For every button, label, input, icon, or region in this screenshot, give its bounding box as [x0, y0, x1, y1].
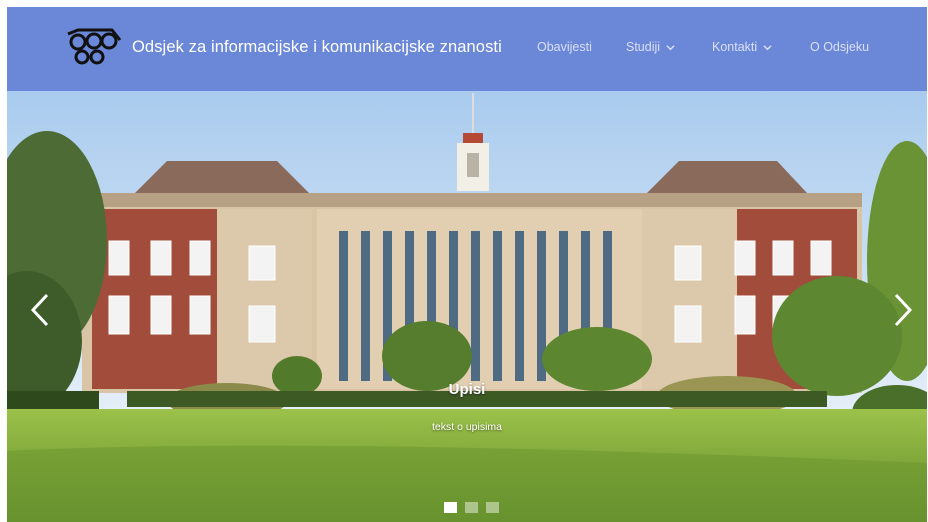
- department-logo-icon: [67, 28, 122, 65]
- carousel-prev-button[interactable]: [25, 287, 55, 333]
- carousel-next-button[interactable]: [888, 287, 918, 333]
- nav-label: Obavijesti: [537, 40, 592, 54]
- nav-obavijesti[interactable]: Obavijesti: [537, 40, 592, 54]
- nav-kontakti[interactable]: Kontakti: [712, 40, 772, 54]
- carousel-indicator-3[interactable]: [486, 502, 499, 513]
- nav-label: O Odsjeku: [810, 40, 870, 54]
- slide-image: [7, 91, 927, 522]
- chevron-right-icon: [894, 293, 913, 327]
- carousel-indicators: [444, 502, 499, 513]
- chevron-down-icon: [763, 44, 772, 50]
- nav-studiji[interactable]: Studiji: [626, 40, 675, 54]
- chevron-down-icon: [666, 44, 675, 50]
- site-title: Odsjek za informacijske i komunikacijske…: [132, 37, 502, 56]
- nav-label: Kontakti: [712, 40, 758, 54]
- nav-label: Studiji: [626, 40, 661, 54]
- page: Odsjek za informacijske i komunikacijske…: [7, 7, 927, 522]
- slide-caption-text: tekst o upisima: [431, 421, 503, 433]
- navbar: Odsjek za informacijske i komunikacijske…: [7, 7, 927, 91]
- slide-caption-title: Upisi: [448, 381, 486, 398]
- carousel-indicator-1[interactable]: [444, 502, 457, 513]
- hero-carousel: Upisi tekst o upisima: [7, 91, 927, 522]
- carousel-indicator-2[interactable]: [465, 502, 478, 513]
- brand[interactable]: Odsjek za informacijske i komunikacijske…: [64, 27, 502, 67]
- nav-o-odsjeku[interactable]: O Odsjeku: [810, 40, 869, 54]
- chevron-left-icon: [30, 293, 49, 327]
